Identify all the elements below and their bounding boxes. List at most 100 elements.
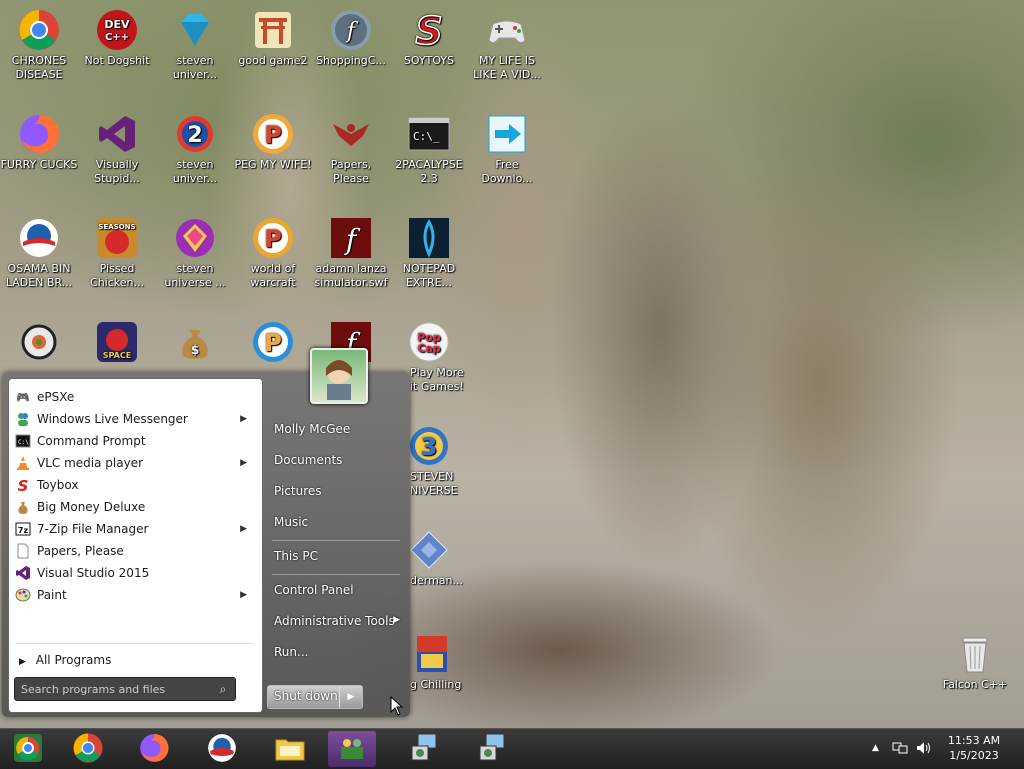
free-download-icon: [485, 112, 529, 156]
link-pictures[interactable]: Pictures: [274, 484, 402, 498]
search-icon[interactable]: ⌕: [215, 681, 231, 697]
desktop-icon-peg-my-wife[interactable]: P PEG MY WIFE!: [234, 112, 312, 172]
desktop-icon-papers-please[interactable]: Papers, Please: [312, 112, 390, 186]
desktop-icon-devcpp[interactable]: DEV C++ Not Dogshit: [78, 8, 156, 68]
search-input[interactable]: [19, 681, 211, 697]
desktop-icon-good-game2[interactable]: good game2: [234, 8, 312, 68]
taskbar: ▲ 11:53 AM 1/5/2023: [0, 728, 1024, 769]
submenu-arrow-icon: ▶: [393, 615, 400, 625]
svg-text:2: 2: [187, 123, 202, 148]
steven-universe-icon: [173, 216, 217, 260]
svg-text:SPACE: SPACE: [103, 351, 131, 360]
link-run[interactable]: Run...: [274, 645, 402, 659]
desktop-icon-label: CHRONES DISEASE: [11, 54, 67, 81]
link-documents[interactable]: Documents: [274, 453, 402, 467]
divider: [15, 643, 253, 644]
svg-text:S: S: [18, 477, 29, 493]
svg-text:C:\: C:\: [18, 439, 29, 446]
show-hidden-icons-icon[interactable]: ▲: [872, 743, 879, 753]
all-programs-label: All Programs: [35, 653, 112, 667]
prog-paint[interactable]: Paint ▶: [15, 585, 255, 605]
prog-vlc[interactable]: VLC media player ▶: [15, 453, 255, 473]
prog-epsxe[interactable]: 🎮 ePSXe: [15, 387, 255, 407]
devcpp-icon: DEV C++: [95, 8, 139, 52]
svg-text:7z: 7z: [18, 526, 29, 535]
visual-studio-icon: [15, 565, 31, 581]
popcap-icon: Pop Cap: [407, 320, 451, 364]
flash-icon: f: [329, 8, 373, 52]
prog-7zip[interactable]: 7z 7-Zip File Manager ▶: [15, 519, 255, 539]
desktop-icon-label: Not Dogshit: [84, 54, 150, 67]
divider: [272, 574, 400, 575]
taskbar-network[interactable]: [328, 731, 376, 767]
desktop: CHRONES DISEASE DEV C++ Not Dogshit steve…: [0, 0, 1024, 728]
link-this-pc[interactable]: This PC: [274, 549, 402, 563]
desktop-icon-osama[interactable]: OSAMA BIN LADEN BR...: [0, 216, 78, 290]
gate-icon: [251, 8, 295, 52]
money-bag-icon: [15, 499, 31, 515]
desktop-icon-soytoys[interactable]: S SOYTOYS: [390, 8, 468, 68]
chrome-icon: [17, 8, 61, 52]
desktop-icon-chrome[interactable]: CHRONES DISEASE: [0, 8, 78, 82]
desktop-icon-angry-birds-space[interactable]: SPACE: [78, 320, 156, 366]
prog-label: Toybox: [37, 478, 79, 492]
taskbar-explorer[interactable]: [262, 731, 318, 767]
document-icon: [15, 543, 31, 559]
start-menu-programs-pane: 🎮 ePSXe Windows Live Messenger ▶ C:\ Com…: [8, 378, 263, 713]
desktop-icon-steven-univer-2[interactable]: 2 steven univer...: [156, 112, 234, 186]
prog-windows-live-messenger[interactable]: Windows Live Messenger ▶: [15, 409, 255, 429]
taskbar-obama[interactable]: [194, 731, 250, 767]
link-control-panel[interactable]: Control Panel: [274, 583, 402, 597]
visual-studio-icon: [95, 112, 139, 156]
prog-label: VLC media player: [37, 456, 144, 470]
diamond-icon: [173, 8, 217, 52]
desktop-icon-shopping[interactable]: f ShoppingC...: [312, 8, 390, 68]
desktop-icon-pissed-chicken[interactable]: SEASONS Pissed Chicken...: [78, 216, 156, 290]
taskbar-chrome[interactable]: [60, 731, 116, 767]
user-avatar[interactable]: [310, 348, 368, 404]
desktop-icon-steven-univer-1[interactable]: steven univer...: [156, 8, 234, 82]
shutdown-options-arrow-icon[interactable]: ▶: [339, 686, 362, 708]
desktop-icon-recycle-bin[interactable]: Falcon C++: [936, 632, 1014, 692]
volume-icon[interactable]: [916, 741, 932, 758]
start-button[interactable]: [0, 731, 56, 767]
desktop-icon-free-download[interactable]: Free Downlo...: [468, 112, 546, 186]
link-admin-tools[interactable]: Administrative Tools ▶: [274, 614, 402, 628]
desktop-icon-label: OSAMA BIN LADEN BR...: [5, 262, 73, 289]
desktop-icon-visual-studio[interactable]: Visually Stupid...: [78, 112, 156, 186]
prog-label: Big Money Deluxe: [37, 500, 146, 514]
desktop-icon-my-life[interactable]: MY LIFE IS LIKE A VID...: [468, 8, 546, 82]
desktop-icon-peggle-blue[interactable]: P: [234, 320, 312, 366]
system-clock[interactable]: 11:53 AM 1/5/2023: [938, 733, 1010, 763]
desktop-icon-2pacalypse[interactable]: C:\_ 2PACALYPSE 2.3: [390, 112, 468, 186]
submenu-arrow-icon: ▶: [240, 590, 247, 600]
link-music[interactable]: Music: [274, 515, 402, 529]
desktop-icon-world-of-warcraft[interactable]: P world of warcraft: [234, 216, 312, 290]
prog-toybox[interactable]: S Toybox: [15, 475, 255, 495]
desktop-icon-notepad-extreme[interactable]: NOTEPAD EXTRE...: [390, 216, 468, 290]
prog-command-prompt[interactable]: C:\ Command Prompt: [15, 431, 255, 451]
prog-label: 7-Zip File Manager: [37, 522, 149, 536]
svg-text:P: P: [264, 121, 282, 149]
desktop-icon-sushi[interactable]: [0, 320, 78, 366]
all-programs-button[interactable]: ▶ All Programs: [19, 653, 111, 667]
peggle-wow-icon: P: [251, 216, 295, 260]
desktop-icon-swf[interactable]: f adamn lanza simulator.swf: [312, 216, 390, 290]
link-user[interactable]: Molly McGee: [274, 422, 402, 436]
taskbar-installer-1[interactable]: [396, 731, 452, 767]
prog-visual-studio[interactable]: Visual Studio 2015: [15, 563, 255, 583]
prog-label: Paint: [37, 588, 67, 602]
cmd-icon: C:\_: [407, 112, 451, 156]
taskbar-installer-2[interactable]: [464, 731, 520, 767]
map-icon: [407, 528, 451, 572]
desktop-icon-money-bag[interactable]: $: [156, 320, 234, 366]
shutdown-button[interactable]: Shut down ▶: [267, 685, 363, 709]
desktop-icon-firefox[interactable]: FURRY CUCKS: [0, 112, 78, 172]
network-status-icon[interactable]: [892, 741, 908, 758]
prog-papers-please[interactable]: Papers, Please: [15, 541, 255, 561]
desktop-icon-label: SOYTOYS: [403, 54, 455, 67]
desktop-icon-steven-universe[interactable]: steven universe ...: [156, 216, 234, 290]
svg-text:C:\_: C:\_: [413, 130, 440, 143]
prog-big-money[interactable]: Big Money Deluxe: [15, 497, 255, 517]
taskbar-firefox[interactable]: [126, 731, 182, 767]
